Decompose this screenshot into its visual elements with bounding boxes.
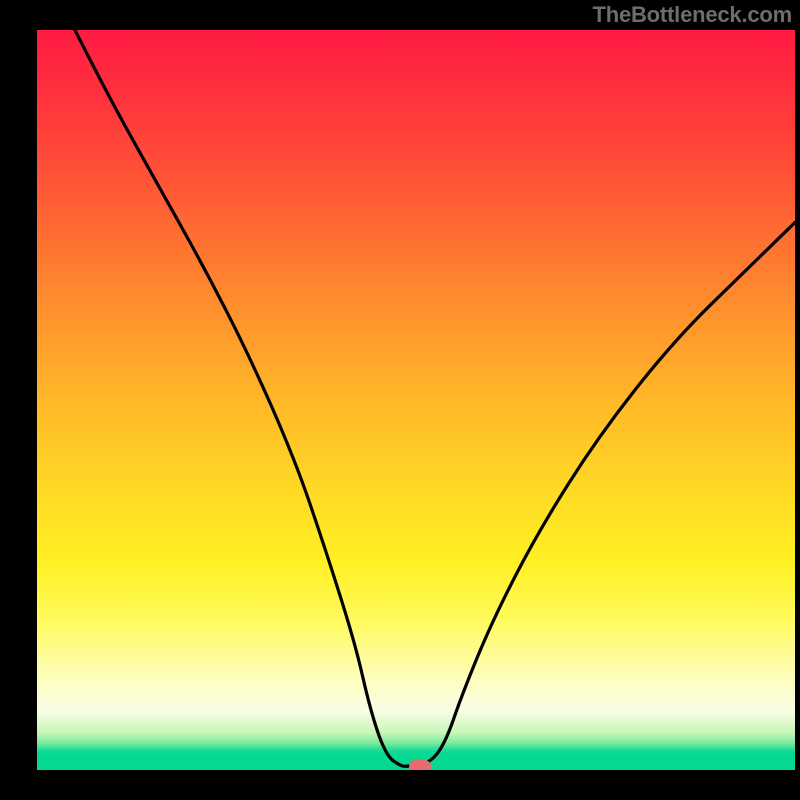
plot-area (37, 30, 795, 770)
bottleneck-curve (37, 30, 795, 770)
attribution-text: TheBottleneck.com (592, 2, 792, 28)
valley-marker (409, 760, 431, 770)
chart-frame: TheBottleneck.com (0, 0, 800, 800)
